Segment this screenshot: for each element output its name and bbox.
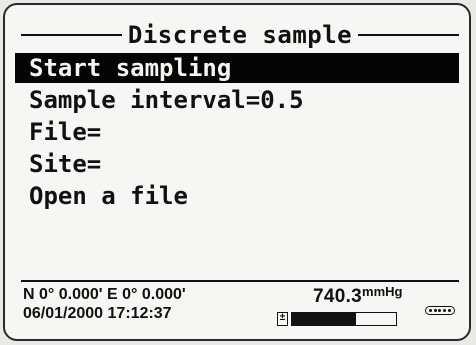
menu-item-start-sampling[interactable]: Start sampling <box>15 53 459 83</box>
lcd-screen: Discrete sample Start sampling Sample in… <box>15 19 459 339</box>
pressure-unit: mmHg <box>362 284 403 299</box>
battery-level-fill <box>292 313 357 325</box>
screen-title: Discrete sample <box>127 21 353 49</box>
menu-item-sample-interval[interactable]: Sample interval=0.5 <box>21 85 459 115</box>
battery-level-bar <box>291 312 397 326</box>
status-bar: N 0° 0.000' E 0° 0.000' 06/01/2000 17:12… <box>21 284 459 334</box>
menu-item-file[interactable]: File= <box>21 117 459 147</box>
menu-item-site[interactable]: Site= <box>21 149 459 179</box>
screen-header: Discrete sample <box>21 19 459 51</box>
gps-coordinates: N 0° 0.000' E 0° 0.000' <box>23 286 186 303</box>
menu-item-open-file[interactable]: Open a file <box>21 181 459 211</box>
connection-status-icon <box>425 306 455 315</box>
device-display: Discrete sample Start sampling Sample in… <box>3 3 471 341</box>
battery-icon: ± <box>277 312 288 326</box>
title-rule-right <box>358 34 459 36</box>
barometric-pressure: 740.3mmHg <box>313 284 403 308</box>
menu-list: Start sampling Sample interval=0.5 File=… <box>15 53 459 213</box>
pressure-value: 740.3 <box>313 286 363 307</box>
title-rule-left <box>21 34 122 36</box>
status-divider <box>21 280 459 282</box>
date-time: 06/01/2000 17:12:37 <box>23 305 172 322</box>
